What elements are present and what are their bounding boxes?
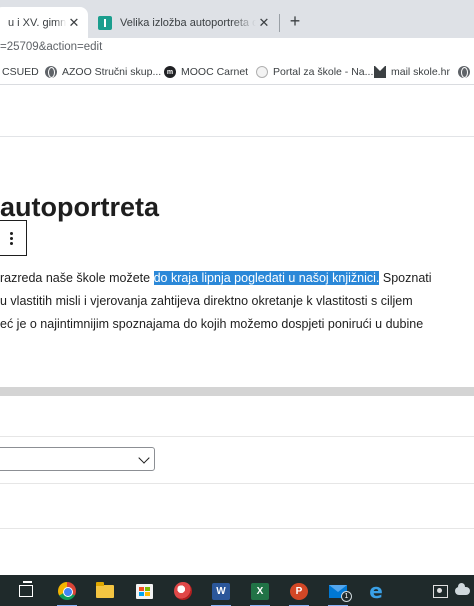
camera-icon	[432, 584, 448, 598]
paragraph-text: Spoznati	[379, 271, 432, 285]
site-favicon-icon	[98, 15, 112, 30]
paragraph-line-2[interactable]: u vlastitih misli i vjerovanja zahtijeva…	[0, 294, 474, 308]
bookmarks-bar: CSUED AZOO Stručni skup... m MOOC Carnet…	[0, 61, 474, 85]
new-tab-button[interactable]: +	[284, 10, 306, 32]
more-options-icon	[10, 231, 13, 245]
store-icon	[135, 583, 153, 599]
browser-tab-strip: u i XV. gimnazij ✕ Velika izložba autopo…	[0, 0, 474, 38]
browser-tab-velika-izlozba[interactable]: Velika izložba autoportreta otkriv ✕	[92, 7, 278, 38]
notification-badge: 1	[341, 591, 352, 602]
word-button[interactable]: W	[209, 579, 233, 606]
mail-icon	[374, 66, 386, 78]
excel-icon: X	[251, 582, 269, 600]
mail-button[interactable]: 1	[326, 579, 352, 606]
panel-separator	[0, 528, 474, 529]
bookmark-label: mail skole.hr	[391, 66, 450, 78]
folder-icon	[96, 581, 114, 598]
portal-icon	[256, 66, 268, 78]
bookmark-overflow[interactable]	[458, 66, 474, 78]
paragraph-line-1[interactable]: razreda naše škole možete do kraja lipnj…	[0, 271, 474, 285]
editor-panel-divider	[0, 387, 474, 396]
store-button[interactable]	[132, 579, 156, 603]
paragraph-line-3[interactable]: eć je o najintimnijim spoznajama do koji…	[0, 317, 474, 331]
snip-icon	[174, 582, 192, 600]
tab-title: u i XV. gimnazij	[8, 16, 66, 29]
panel-separator	[0, 483, 474, 484]
chrome-icon	[58, 582, 76, 600]
browser-tab-active[interactable]: u i XV. gimnazij ✕	[0, 7, 88, 38]
excel-button[interactable]: X	[248, 579, 272, 606]
task-view-button[interactable]	[14, 579, 38, 603]
bookmark-mooc-carnet[interactable]: m MOOC Carnet	[164, 66, 248, 78]
dropdown-select[interactable]	[0, 447, 155, 471]
tray-meet-now[interactable]	[428, 579, 452, 603]
file-explorer-button[interactable]	[93, 579, 117, 603]
mooc-icon: m	[164, 66, 176, 78]
close-icon[interactable]: ✕	[256, 15, 272, 31]
address-bar[interactable]: =25709&action=edit	[0, 38, 474, 61]
post-title[interactable]: autoportreta	[0, 192, 159, 223]
cloud-icon	[454, 583, 470, 595]
bookmark-label: Portal za škole - Na...	[273, 66, 374, 78]
editor-header-divider	[0, 136, 474, 137]
selected-text: do kraja lipnja pogledati u našoj knjižn…	[153, 271, 380, 285]
close-icon[interactable]: ✕	[66, 15, 82, 31]
windows-taskbar: W X P 1 e	[0, 575, 474, 606]
bookmark-csued[interactable]: CSUED	[2, 66, 39, 78]
bookmark-label: CSUED	[2, 66, 39, 78]
globe-icon	[45, 66, 57, 78]
tab-title: Velika izložba autoportreta otkriv	[120, 16, 256, 29]
task-view-icon	[19, 581, 33, 597]
globe-icon	[458, 66, 470, 78]
chrome-taskbar-button[interactable]	[55, 579, 79, 606]
edge-button[interactable]: e	[364, 579, 388, 603]
snip-button[interactable]	[171, 579, 195, 603]
tray-onedrive[interactable]	[450, 579, 474, 603]
bookmark-azoo[interactable]: AZOO Stručni skup...	[45, 66, 161, 78]
tab-separator	[279, 14, 280, 32]
powerpoint-icon: P	[290, 582, 308, 600]
panel-separator	[0, 436, 474, 437]
bookmark-label: AZOO Stručni skup...	[62, 66, 162, 78]
paragraph-text: razreda naše škole možete	[0, 271, 154, 285]
powerpoint-button[interactable]: P	[287, 579, 311, 606]
word-icon: W	[212, 582, 230, 600]
bookmark-mail-skole[interactable]: mail skole.hr	[374, 66, 450, 78]
url-text[interactable]: =25709&action=edit	[0, 41, 102, 53]
bookmark-label: MOOC Carnet	[181, 66, 249, 78]
bookmark-portal-za-skole[interactable]: Portal za škole - Na...	[256, 66, 373, 78]
block-options-button[interactable]	[0, 220, 27, 256]
chevron-down-icon	[138, 452, 150, 464]
edge-icon: e	[369, 579, 383, 603]
